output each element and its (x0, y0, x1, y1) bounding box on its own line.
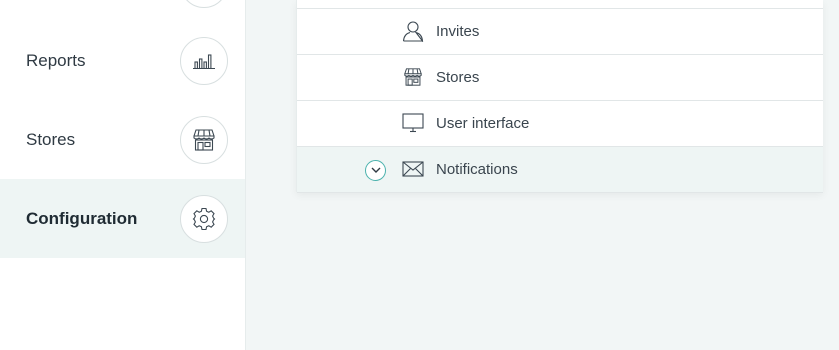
bar-chart-icon (180, 36, 228, 85)
settings-panel: Invites Stores User interface Notificati… (296, 0, 823, 193)
sidebar-item-label: Reports (26, 50, 86, 70)
list-item-label: Stores (436, 69, 480, 86)
store-icon (402, 66, 424, 88)
monitor-icon (402, 112, 424, 134)
list-item-stores[interactable]: Stores (297, 54, 823, 100)
sidebar-item-stores[interactable]: Stores (0, 100, 245, 179)
list-item-invites[interactable]: Invites (297, 8, 823, 54)
nav-icon-circle-partial[interactable] (180, 0, 228, 8)
store-icon (180, 115, 228, 164)
chevron-down-icon[interactable] (365, 160, 386, 181)
user-icon (402, 20, 424, 42)
sidebar-item-configuration[interactable]: Configuration (0, 179, 245, 258)
gear-icon (180, 194, 228, 243)
sidebar-item-label: Stores (26, 129, 76, 149)
list-item-notifications[interactable]: Notifications (297, 146, 823, 193)
sidebar: Reports Stores Configuration (0, 0, 246, 350)
list-item-user-interface[interactable]: User interface (297, 100, 823, 146)
envelope-icon (402, 158, 424, 180)
sidebar-item-label: Configuration (26, 208, 138, 228)
list-item-label: User interface (436, 115, 530, 132)
list-item-label: Notifications (436, 161, 518, 178)
list-item-label: Invites (436, 23, 480, 40)
sidebar-item-reports[interactable]: Reports (0, 21, 245, 100)
